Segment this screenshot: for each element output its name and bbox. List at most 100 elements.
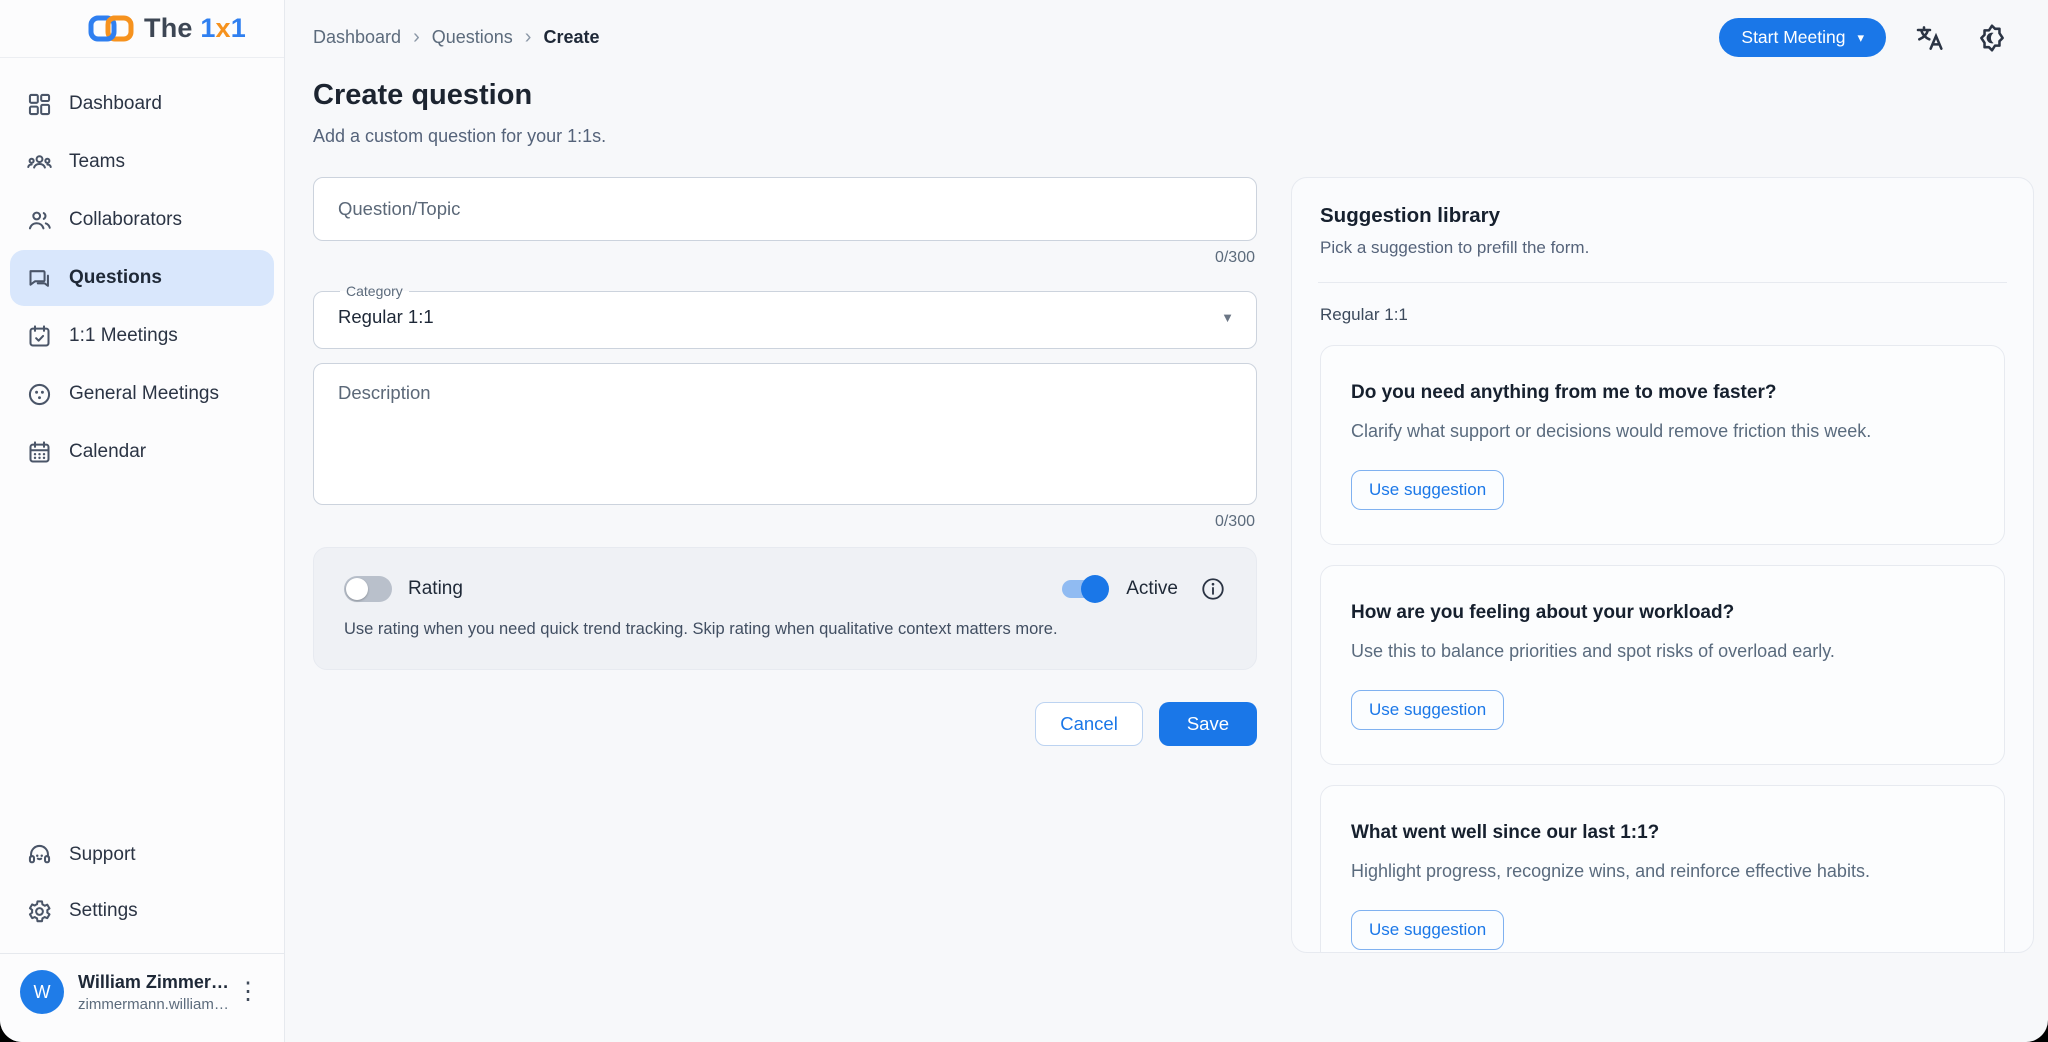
translate-button[interactable] (1912, 20, 1948, 56)
start-meeting-button[interactable]: Start Meeting ▾ (1719, 18, 1886, 57)
brand-seg3: 1 (231, 13, 246, 43)
suggestion-description: Highlight progress, recognize wins, and … (1351, 861, 1974, 882)
sidebar-item-questions[interactable]: Questions (10, 250, 274, 306)
sidebar-item-label: Support (69, 844, 136, 866)
chevron-down-icon: ▾ (1857, 31, 1864, 44)
active-toggle[interactable] (1062, 580, 1106, 598)
suggestion-library-subtitle: Pick a suggestion to prefill the form. (1320, 238, 2005, 258)
rating-toggle[interactable] (344, 576, 392, 602)
support-icon (26, 842, 53, 869)
questions-icon (26, 265, 53, 292)
sidebar-item-1-1-meetings[interactable]: 1:1 Meetings (10, 308, 274, 364)
form-actions: Cancel Save (313, 702, 1257, 746)
user-profile[interactable]: W William Zimmer… zimmermann.william… ⋮ (0, 953, 284, 1028)
sidebar: The 1x1 Dashboard Teams Collaborators Qu… (0, 0, 285, 1042)
main-content: Dashboard › Questions › Create Start Mee… (285, 0, 2048, 1042)
create-question-form: 0/300 Category Regular 1:1 ▼ 0/300 Ratin… (313, 177, 1257, 746)
sidebar-item-teams[interactable]: Teams (10, 134, 274, 190)
theme-toggle-button[interactable] (1974, 20, 2010, 56)
rating-help-text: Use rating when you need quick trend tra… (344, 620, 1226, 639)
active-toggle-label: Active (1126, 578, 1178, 600)
translate-icon (1914, 22, 1946, 54)
suggestion-question: What went well since our last 1:1? (1351, 822, 1974, 844)
top-actions: Start Meeting ▾ (1719, 18, 2022, 57)
sidebar-item-settings[interactable]: Settings (10, 883, 274, 939)
suggestion-library-panel: Suggestion library Pick a suggestion to … (1291, 177, 2034, 953)
chevron-right-icon: › (525, 26, 532, 49)
breadcrumb: Dashboard › Questions › Create (313, 26, 599, 49)
chevron-right-icon: › (413, 26, 420, 49)
brand-logo-icon (88, 14, 134, 44)
info-icon[interactable] (1200, 576, 1226, 602)
page-subtitle: Add a custom question for your 1:1s. (313, 126, 2034, 147)
avatar: W (20, 970, 64, 1014)
sidebar-item-dashboard[interactable]: Dashboard (10, 76, 274, 132)
brand-seg2: x (216, 13, 231, 43)
collaborators-icon (26, 207, 53, 234)
breadcrumb-create: Create (543, 27, 599, 48)
category-label: Category (340, 283, 409, 299)
suggestion-library-title: Suggestion library (1320, 204, 2005, 228)
category-value: Regular 1:1 (338, 306, 434, 328)
sidebar-item-calendar[interactable]: Calendar (10, 424, 274, 480)
sidebar-item-label: Questions (69, 267, 162, 289)
theme-brightness-icon (1976, 22, 2008, 54)
suggestion-description: Use this to balance priorities and spot … (1351, 641, 1974, 662)
brand-name: The 1x1 (144, 13, 246, 44)
suggestion-card: How are you feeling about your workload?… (1320, 565, 2005, 765)
description-textarea[interactable] (313, 363, 1257, 505)
settings-icon (26, 898, 53, 925)
divider (1318, 282, 2007, 283)
sidebar-item-label: Settings (69, 900, 138, 922)
avatar-initial: W (34, 982, 51, 1003)
start-meeting-label: Start Meeting (1741, 27, 1845, 48)
sidebar-item-label: Dashboard (69, 93, 162, 115)
cancel-button[interactable]: Cancel (1035, 702, 1143, 746)
use-suggestion-button[interactable]: Use suggestion (1351, 910, 1504, 950)
sidebar-item-label: Calendar (69, 441, 146, 463)
profile-menu-icon[interactable]: ⋮ (230, 976, 266, 1008)
one-on-one-meetings-icon (26, 323, 53, 350)
question-topic-input[interactable] (313, 177, 1257, 241)
profile-meta: William Zimmer… zimmermann.william… (78, 972, 216, 1013)
topbar: Dashboard › Questions › Create Start Mee… (313, 0, 2034, 57)
sidebar-item-label: General Meetings (69, 383, 219, 405)
suggestion-card: Do you need anything from me to move fas… (1320, 345, 2005, 545)
sidebar-footer: Support Settings W William Zimmer… zimme… (0, 827, 284, 1042)
teams-icon (26, 149, 53, 176)
sidebar-item-label: Collaborators (69, 209, 182, 231)
breadcrumb-questions[interactable]: Questions (432, 27, 513, 48)
suggestion-question: Do you need anything from me to move fas… (1351, 382, 1974, 404)
sidebar-item-label: 1:1 Meetings (69, 325, 178, 347)
description-char-counter: 0/300 (313, 513, 1255, 531)
suggestion-card: What went well since our last 1:1? Highl… (1320, 785, 2005, 953)
app-window: The 1x1 Dashboard Teams Collaborators Qu… (0, 0, 2048, 1042)
general-meetings-icon (26, 381, 53, 408)
rating-toggle-label: Rating (408, 578, 463, 600)
save-button[interactable]: Save (1159, 702, 1257, 746)
profile-name: William Zimmer… (78, 972, 216, 993)
sidebar-item-label: Teams (69, 151, 125, 173)
brand-logo[interactable]: The 1x1 (0, 0, 284, 58)
sidebar-nav: Dashboard Teams Collaborators Questions … (0, 58, 284, 480)
sidebar-item-collaborators[interactable]: Collaborators (10, 192, 274, 248)
sidebar-item-general-meetings[interactable]: General Meetings (10, 366, 274, 422)
brand-seg1: 1 (200, 13, 215, 43)
category-select[interactable]: Category Regular 1:1 ▼ (313, 283, 1257, 349)
question-char-counter: 0/300 (313, 249, 1255, 267)
suggestion-description: Clarify what support or decisions would … (1351, 421, 1974, 442)
suggestion-section-label: Regular 1:1 (1320, 305, 2005, 325)
select-caret-icon: ▼ (1221, 310, 1240, 325)
page-head: Create question Add a custom question fo… (313, 79, 2034, 147)
suggestion-question: How are you feeling about your workload? (1351, 602, 1974, 624)
use-suggestion-button[interactable]: Use suggestion (1351, 470, 1504, 510)
dashboard-icon (26, 91, 53, 118)
profile-email: zimmermann.william… (78, 996, 216, 1013)
calendar-icon (26, 439, 53, 466)
brand-word: The (144, 13, 193, 43)
page-title: Create question (313, 79, 2034, 112)
rating-card: Rating Active Use rating when you need q… (313, 547, 1257, 670)
breadcrumb-dashboard[interactable]: Dashboard (313, 27, 401, 48)
use-suggestion-button[interactable]: Use suggestion (1351, 690, 1504, 730)
sidebar-item-support[interactable]: Support (10, 827, 274, 883)
